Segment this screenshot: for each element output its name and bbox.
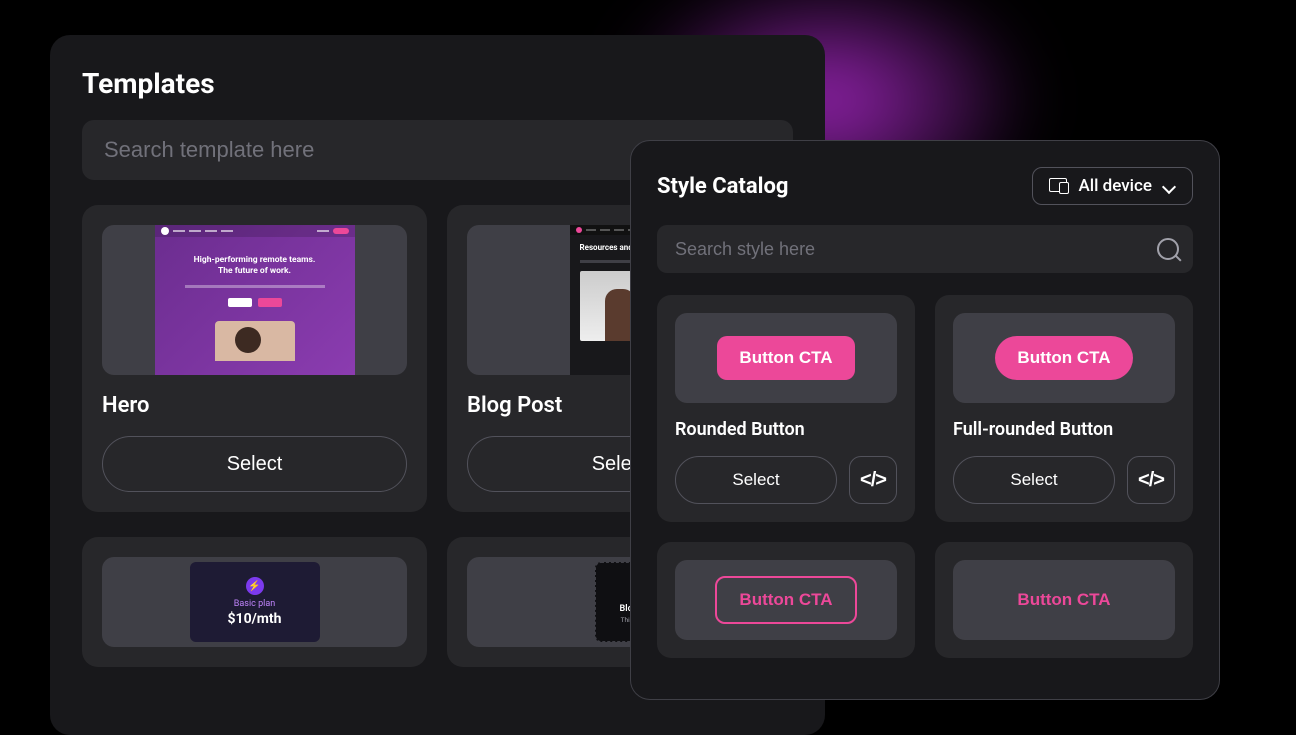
devices-icon (1049, 178, 1069, 194)
catalog-search-input[interactable] (657, 225, 1193, 273)
template-select-button[interactable]: Select (102, 436, 407, 492)
catalog-title: Style Catalog (657, 174, 788, 199)
device-select-label: All device (1079, 176, 1153, 196)
pricing-price: $10/mth (228, 611, 282, 627)
template-card-hero: High-performing remote teams. The future… (82, 205, 427, 512)
catalog-search-wrap (657, 225, 1193, 273)
pricing-plan-label: Basic plan (234, 599, 275, 609)
style-actions: Select </> (675, 456, 897, 504)
style-name: Full-rounded Button (953, 419, 1175, 440)
style-actions: Select </> (953, 456, 1175, 504)
style-preview: Button CTA (953, 313, 1175, 403)
cta-preview-outline: Button CTA (715, 576, 856, 624)
template-thumb-pricing: Basic plan $10/mth (102, 557, 407, 647)
hero-mock-headline-1: High-performing remote teams. (194, 255, 316, 266)
chevron-down-icon (1162, 179, 1176, 193)
style-card-text: Button CTA (935, 542, 1193, 658)
style-grid-row-2: Button CTA Button CTA (657, 542, 1193, 658)
style-card-full-rounded: Button CTA Full-rounded Button Select </… (935, 295, 1193, 522)
code-icon: </> (1138, 469, 1164, 492)
style-preview: Button CTA (675, 560, 897, 640)
template-thumb-hero: High-performing remote teams. The future… (102, 225, 407, 375)
code-button[interactable]: </> (1127, 456, 1175, 504)
template-card-title: Hero (102, 393, 407, 418)
cta-preview-rounded: Button CTA (717, 336, 854, 380)
style-preview: Button CTA (675, 313, 897, 403)
style-select-button[interactable]: Select (953, 456, 1115, 504)
zap-icon (246, 577, 264, 595)
style-name: Rounded Button (675, 419, 897, 440)
templates-title: Templates (82, 67, 793, 100)
style-grid-row-1: Button CTA Rounded Button Select </> But… (657, 295, 1193, 522)
code-button[interactable]: </> (849, 456, 897, 504)
style-card-outline: Button CTA (657, 542, 915, 658)
cta-preview-full: Button CTA (995, 336, 1132, 380)
template-card-pricing: Basic plan $10/mth (82, 537, 427, 667)
style-card-rounded: Button CTA Rounded Button Select </> (657, 295, 915, 522)
cta-preview-text: Button CTA (995, 578, 1132, 622)
pricing-mock: Basic plan $10/mth (190, 562, 320, 642)
search-icon[interactable] (1157, 238, 1179, 260)
code-icon: </> (860, 469, 886, 492)
style-preview: Button CTA (953, 560, 1175, 640)
device-select[interactable]: All device (1032, 167, 1194, 205)
hero-mock: High-performing remote teams. The future… (155, 225, 355, 375)
catalog-header: Style Catalog All device (657, 167, 1193, 205)
style-catalog-panel: Style Catalog All device Button CTA Roun… (630, 140, 1220, 700)
hero-mock-headline-2: The future of work. (194, 266, 316, 277)
style-select-button[interactable]: Select (675, 456, 837, 504)
